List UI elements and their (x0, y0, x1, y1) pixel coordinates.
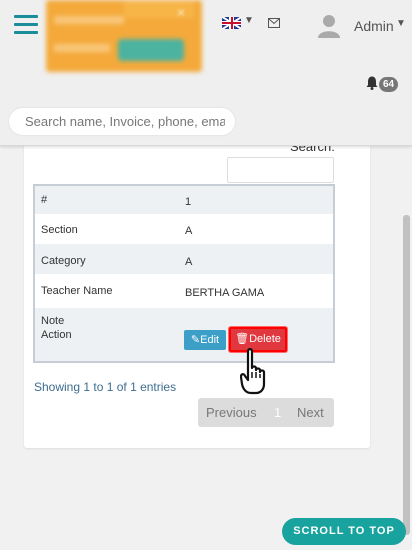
row-label: # (41, 194, 48, 206)
row-value: A (185, 225, 193, 237)
row-label: Category (41, 255, 86, 267)
table-row: Note (35, 308, 333, 324)
page-1-button[interactable]: 1 (274, 405, 281, 420)
close-icon: ✕ (176, 6, 187, 20)
row-label: Teacher Name (41, 285, 113, 297)
avatar-icon[interactable] (318, 14, 340, 38)
scrollbar-thumb[interactable] (403, 215, 410, 535)
table-search-input[interactable] (227, 157, 334, 183)
table-row: # 1 (35, 186, 333, 214)
uk-flag-icon[interactable] (222, 17, 241, 29)
pointer-hand-icon (240, 348, 266, 395)
global-search[interactable] (9, 108, 235, 135)
previous-page-button[interactable]: Previous (206, 405, 257, 420)
scroll-to-top-button[interactable]: SCROLL TO TOP (282, 518, 406, 545)
hamburger-menu-icon[interactable] (14, 15, 38, 37)
pagination: Previous 1 Next (198, 398, 334, 427)
entries-info: Showing 1 to 1 of 1 entries (34, 380, 177, 394)
table-row: Section A (35, 214, 333, 244)
bell-icon[interactable] (366, 76, 378, 90)
table-row: Category A (35, 244, 333, 274)
pencil-icon: ✎ (190, 334, 201, 346)
delete-label: Delete (249, 333, 281, 345)
edit-label: Edit (200, 334, 220, 346)
row-label: Note (41, 315, 65, 324)
admin-menu[interactable]: Admin (354, 18, 394, 34)
row-value: BERTHA GAMA (185, 287, 265, 299)
top-navbar: ✕ ▼ Admin ▼ 64 (0, 0, 412, 146)
row-value: 1 (185, 196, 192, 208)
notification-badge: 64 (379, 77, 399, 92)
table-row: Teacher Name BERTHA GAMA (35, 274, 333, 308)
search-input[interactable] (9, 108, 235, 135)
row-value: A (185, 256, 193, 268)
trash-icon: 🗑 (235, 333, 250, 345)
row-label: Section (41, 224, 78, 236)
row-label: Action (41, 329, 72, 341)
chevron-down-icon[interactable]: ▼ (396, 18, 406, 29)
mail-icon[interactable] (268, 18, 280, 28)
next-page-button[interactable]: Next (297, 405, 324, 420)
chevron-down-icon[interactable]: ▼ (244, 15, 254, 26)
edit-button[interactable]: ✎Edit (184, 330, 226, 350)
